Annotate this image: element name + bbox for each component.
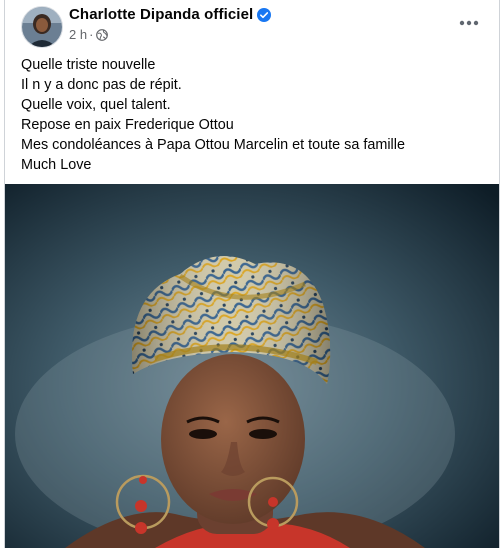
post-line: Il n y a donc pas de répit. — [21, 77, 182, 93]
verified-badge-icon — [257, 7, 272, 22]
timestamp-link[interactable]: 2 h — [69, 27, 87, 42]
globe-icon[interactable] — [96, 28, 109, 41]
meta-separator: · — [89, 27, 94, 42]
post-line: Repose en paix Frederique Ottou — [21, 117, 234, 133]
more-options-button[interactable] — [453, 10, 485, 36]
more-horizontal-icon — [459, 20, 479, 26]
post-line: Quelle triste nouvelle — [21, 57, 156, 73]
facebook-post: Charlotte Dipanda officiel 2 h · Quelle … — [4, 0, 500, 548]
post-line: Much Love — [21, 157, 92, 173]
author-name[interactable]: Charlotte Dipanda officiel — [69, 6, 253, 23]
post-photo[interactable] — [5, 184, 499, 548]
post-line: Mes condoléances à Papa Ottou Marcelin e… — [21, 137, 405, 153]
post-text: Quelle triste nouvelle Il n y a donc pas… — [21, 55, 481, 175]
post-meta: 2 h · — [69, 27, 109, 42]
avatar[interactable] — [21, 6, 63, 48]
author-line: Charlotte Dipanda officiel — [69, 6, 272, 23]
post-line: Quelle voix, quel talent. — [21, 97, 171, 113]
post-header: Charlotte Dipanda officiel 2 h · — [5, 0, 499, 50]
avatar-image — [22, 7, 62, 47]
portrait-image — [5, 184, 499, 548]
